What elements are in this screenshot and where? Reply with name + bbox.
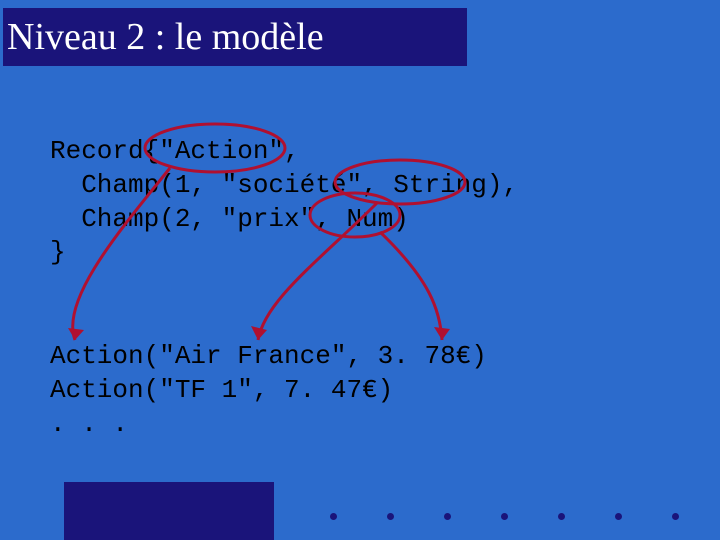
code-line-4: } — [50, 237, 66, 267]
code-line-1: Record{"Action", — [50, 136, 300, 166]
code-line-3: Champ(2, "prix", Num) — [50, 204, 409, 234]
arrow-string-head — [251, 326, 267, 340]
dot — [501, 513, 508, 520]
example-line-2: Action("TF 1", 7. 47€) — [50, 375, 393, 405]
examples-block: Action("Air France", 3. 78€) Action("TF … — [50, 340, 487, 441]
slide: Niveau 2 : le modèle Record{"Action", Ch… — [0, 0, 720, 540]
example-line-3: . . . — [50, 409, 128, 439]
dot — [558, 513, 565, 520]
dot — [330, 513, 337, 520]
footer-dots — [330, 513, 679, 520]
title-bar: Niveau 2 : le modèle — [3, 8, 467, 66]
footer-block — [64, 482, 274, 540]
code-line-2: Champ(1, "société", String), — [50, 170, 518, 200]
dot — [444, 513, 451, 520]
dot — [672, 513, 679, 520]
dot — [387, 513, 394, 520]
record-definition-block: Record{"Action", Champ(1, "société", Str… — [50, 135, 518, 270]
example-line-1: Action("Air France", 3. 78€) — [50, 341, 487, 371]
arrow-num-head — [434, 327, 450, 340]
arrow-action-head — [68, 328, 84, 340]
dot — [615, 513, 622, 520]
slide-title: Niveau 2 : le modèle — [7, 15, 324, 59]
